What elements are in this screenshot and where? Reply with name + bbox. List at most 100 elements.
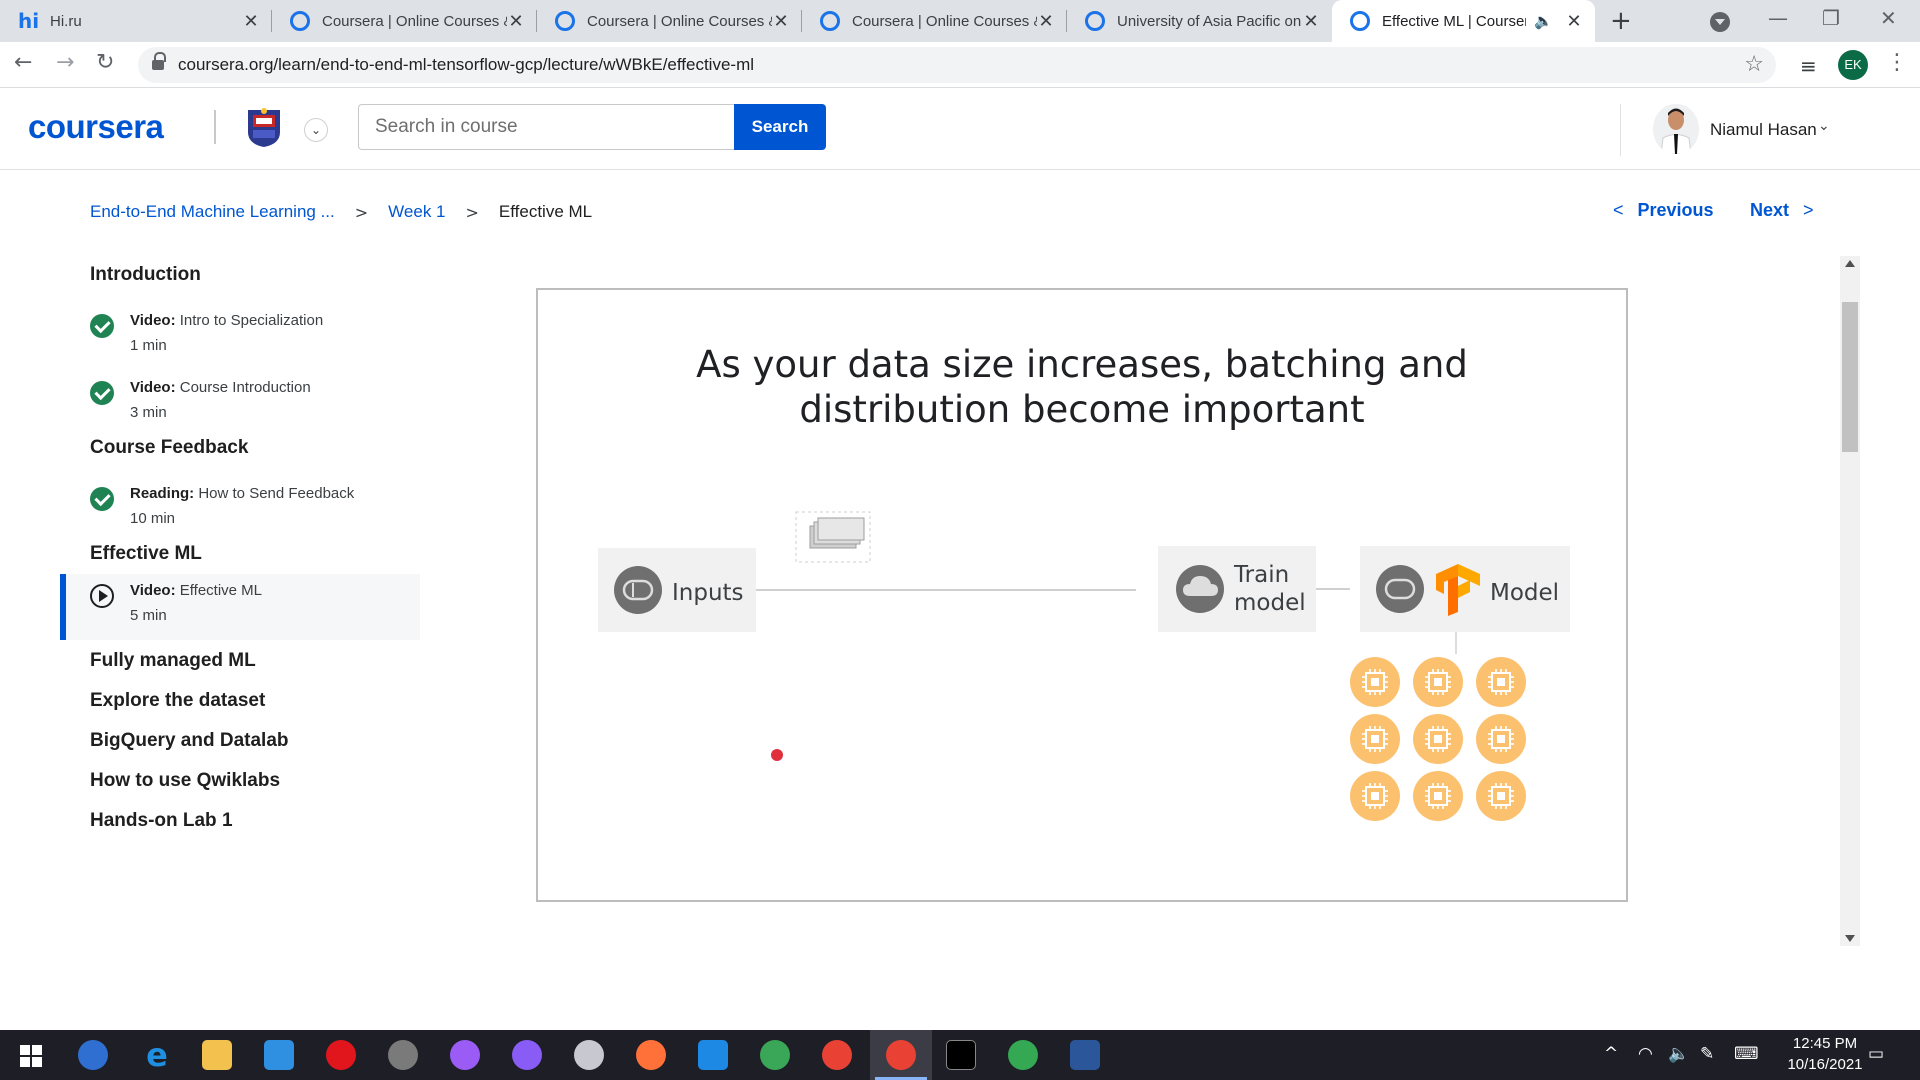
close-icon[interactable]: ✕ xyxy=(1037,11,1055,32)
coursera-logo[interactable]: coursera xyxy=(28,108,164,146)
user-name[interactable]: Niamul Hasan xyxy=(1710,120,1817,140)
close-icon[interactable]: ✕ xyxy=(242,11,260,32)
opera-icon[interactable] xyxy=(326,1040,356,1070)
university-logo-icon[interactable] xyxy=(244,106,284,148)
reload-icon[interactable]: ↻ xyxy=(96,50,114,75)
item-title: Video: Course Introduction xyxy=(130,379,311,396)
breadcrumb: End-to-End Machine Learning ... > Week 1… xyxy=(90,200,592,224)
section-title[interactable]: Effective ML xyxy=(90,543,202,565)
word-icon[interactable] xyxy=(1070,1040,1100,1070)
notifications-icon[interactable]: ▭ xyxy=(1868,1044,1884,1064)
browser-tab[interactable]: hi Hi.ru ✕ xyxy=(0,0,272,42)
close-icon[interactable]: ✕ xyxy=(1565,11,1583,32)
video-player[interactable]: As your data size increases, batching an… xyxy=(536,288,1628,902)
satellite-app-icon[interactable] xyxy=(388,1040,418,1070)
play-circle-icon xyxy=(90,584,114,608)
section-title[interactable]: Course Feedback xyxy=(90,437,248,459)
windows-start-icon[interactable] xyxy=(20,1045,42,1067)
chrome-icon[interactable] xyxy=(822,1040,852,1070)
forward-arrow-icon[interactable]: → xyxy=(56,50,74,75)
vscode-icon[interactable] xyxy=(698,1040,728,1070)
course-search-input[interactable] xyxy=(358,104,734,150)
address-bar[interactable]: coursera.org/learn/end-to-end-ml-tensorf… xyxy=(138,47,1776,83)
scroll-down-arrow-icon[interactable] xyxy=(1845,935,1855,942)
clock[interactable]: 12:45 PM 10/16/2021 xyxy=(1765,1033,1885,1075)
browser-tab[interactable]: Coursera | Online Courses & ✕ xyxy=(537,0,802,42)
coursera-favicon-icon xyxy=(1085,11,1105,31)
keyboard-icon[interactable]: ⌨ xyxy=(1734,1044,1759,1064)
lock-icon[interactable] xyxy=(152,52,166,71)
restore-icon[interactable]: ❐ xyxy=(1822,6,1840,30)
app-icon[interactable] xyxy=(574,1040,604,1070)
item-title: Video: Effective ML xyxy=(130,582,262,599)
window-close-icon[interactable]: ✕ xyxy=(1880,6,1897,30)
browser-menu-icon[interactable]: ⋮ xyxy=(1886,50,1908,75)
terminal-icon[interactable] xyxy=(946,1040,976,1070)
browser-tab[interactable]: Coursera | Online Courses & ✕ xyxy=(802,0,1067,42)
section-title[interactable]: Fully managed ML xyxy=(90,650,256,672)
wifi-icon[interactable]: ◠ xyxy=(1638,1044,1653,1064)
processor-chip-icon xyxy=(1413,714,1463,764)
media-control-icon[interactable]: ≡ xyxy=(1800,54,1817,78)
section-title[interactable]: Introduction xyxy=(90,264,201,286)
close-icon[interactable]: ✕ xyxy=(507,11,525,32)
previous-label: Previous xyxy=(1637,200,1714,220)
windows-taskbar: e ^ ◠ 🔈 ✎ ⌨ 12:45 PM 10/16/2021 ▭ xyxy=(0,1030,1920,1080)
user-avatar[interactable] xyxy=(1653,104,1699,154)
train-label: Train xyxy=(1233,562,1289,588)
processor-chip-icon xyxy=(1476,714,1526,764)
chevron-down-icon[interactable]: ⌄ xyxy=(304,118,328,142)
train-model-node: Train model xyxy=(1158,546,1316,632)
sidebar-item-effective-ml[interactable]: Video: Effective ML 5 min xyxy=(60,574,420,640)
edge-icon[interactable]: e xyxy=(142,1039,172,1071)
close-icon[interactable]: ✕ xyxy=(1302,11,1320,32)
new-tab-icon[interactable]: + xyxy=(1610,6,1632,36)
page-scrollbar[interactable] xyxy=(1840,256,1860,946)
firefox-icon[interactable] xyxy=(636,1040,666,1070)
bookmark-star-icon[interactable]: ☆ xyxy=(1744,52,1764,77)
divider xyxy=(214,110,216,144)
browser-tab[interactable]: Coursera | Online Courses & ✕ xyxy=(272,0,537,42)
next-button[interactable]: Next > xyxy=(1750,200,1814,221)
mail-icon[interactable] xyxy=(264,1040,294,1070)
browser-tab[interactable]: University of Asia Pacific on ✕ xyxy=(1067,0,1332,42)
model-node: Model xyxy=(1360,546,1570,632)
messenger-icon[interactable] xyxy=(450,1040,480,1070)
previous-button[interactable]: < Previous xyxy=(1613,200,1714,221)
breadcrumb-course-link[interactable]: End-to-End Machine Learning ... xyxy=(90,202,335,222)
profile-avatar[interactable]: EK xyxy=(1838,50,1868,80)
item-duration: 5 min xyxy=(130,607,167,624)
item-type: Video: xyxy=(130,312,176,329)
section-title[interactable]: Explore the dataset xyxy=(90,690,265,712)
processor-chip-icon xyxy=(1476,771,1526,821)
scrollbar-thumb[interactable] xyxy=(1842,302,1858,452)
speaker-icon[interactable]: 🔈 xyxy=(1534,12,1553,30)
file-explorer-icon[interactable] xyxy=(202,1040,232,1070)
section-title[interactable]: Hands-on Lab 1 xyxy=(90,810,233,832)
tab-search-icon[interactable] xyxy=(1710,12,1730,32)
section-title[interactable]: BigQuery and Datalab xyxy=(90,730,289,752)
search-button[interactable]: Search xyxy=(734,104,826,150)
qbittorrent-icon[interactable] xyxy=(78,1040,108,1070)
chevron-down-icon[interactable]: ⌄ xyxy=(1818,118,1830,134)
processor-chip-icon xyxy=(1350,657,1400,707)
minimize-icon[interactable]: — xyxy=(1768,6,1788,30)
sidebar-item-intro-to-specialization[interactable]: Video: Intro to Specialization 1 min xyxy=(60,304,420,370)
sidebar-item-course-introduction[interactable]: Video: Course Introduction 3 min xyxy=(60,371,420,437)
github-icon[interactable] xyxy=(512,1040,542,1070)
world-app-icon[interactable] xyxy=(760,1040,790,1070)
inputs-node: Inputs xyxy=(598,548,756,632)
volume-icon[interactable]: 🔈 xyxy=(1668,1044,1689,1064)
sidebar-item-how-to-send-feedback[interactable]: Reading: How to Send Feedback 10 min xyxy=(60,477,420,543)
scroll-up-arrow-icon[interactable] xyxy=(1845,260,1855,267)
browser-tab-active[interactable]: Effective ML | Coursera 🔈 ✕ xyxy=(1332,0,1595,42)
close-icon[interactable]: ✕ xyxy=(772,11,790,32)
model-label: Model xyxy=(1490,580,1559,606)
chrome-profile-icon[interactable] xyxy=(1008,1040,1038,1070)
section-title[interactable]: How to use Qwiklabs xyxy=(90,770,280,792)
breadcrumb-week-link[interactable]: Week 1 xyxy=(388,202,445,222)
back-arrow-icon[interactable]: ← xyxy=(14,50,32,75)
chevron-up-icon[interactable]: ^ xyxy=(1604,1044,1618,1064)
cursor-dot xyxy=(771,749,783,761)
pen-icon[interactable]: ✎ xyxy=(1700,1044,1714,1064)
